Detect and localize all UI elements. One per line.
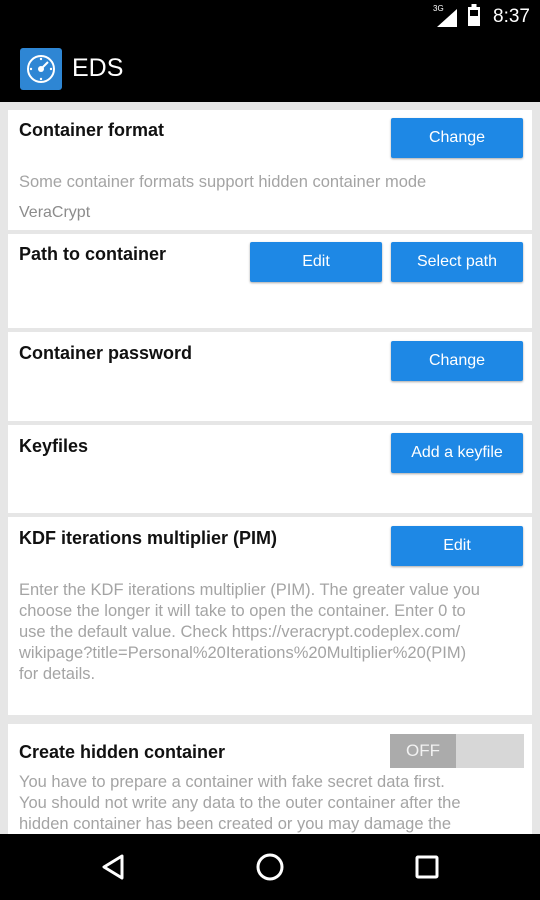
hidden-container-title: Create hidden container [19, 742, 226, 762]
toggle-knob-label: OFF [390, 734, 456, 768]
settings-content[interactable]: Container format Change Some container f… [0, 102, 540, 834]
status-time: 8:37 [493, 6, 530, 27]
eds-logo-icon [20, 48, 62, 90]
kdf-description-line: choose the longer it will take to open t… [19, 602, 466, 620]
keyfiles-section: Keyfiles Add a keyfile [8, 425, 532, 513]
navigation-bar [0, 834, 540, 900]
container-format-change-button[interactable]: Change [391, 118, 523, 158]
add-keyfile-button[interactable]: Add a keyfile [391, 433, 523, 473]
app-title: EDS [72, 54, 124, 82]
status-icons: 3G 8:37 [433, 3, 530, 31]
container-password-section: Container password Change [8, 332, 532, 421]
kdf-pim-description: Enter the KDF iterations multiplier (PIM… [19, 580, 527, 685]
select-path-button[interactable]: Select path [391, 242, 523, 282]
container-format-section: Container format Change Some container f… [8, 110, 532, 230]
container-format-title: Container format [19, 120, 165, 140]
back-triangle-icon[interactable] [93, 847, 133, 887]
kdf-pim-title: KDF iterations multiplier (PIM) [19, 528, 278, 548]
kdf-description-line: wikipage?title=Personal%20Iterations%20M… [19, 644, 467, 662]
hidden-container-toggle[interactable]: OFF [390, 734, 524, 768]
hidden-container-description: You have to prepare a container with fak… [19, 772, 527, 834]
container-format-value: VeraCrypt [19, 204, 91, 221]
network-type-label: 3G [433, 4, 444, 13]
hidden-description-line: You have to prepare a container with fak… [19, 773, 445, 791]
kdf-edit-button[interactable]: Edit [391, 526, 523, 566]
battery-icon [467, 3, 481, 31]
kdf-pim-section: KDF iterations multiplier (PIM) Edit Ent… [8, 517, 532, 715]
hidden-container-section: Create hidden container OFF You have to … [8, 724, 532, 834]
password-change-button[interactable]: Change [391, 341, 523, 381]
kdf-description-line: use the default value. Check https://ver… [19, 623, 461, 641]
signal-icon: 3G [433, 4, 459, 28]
path-to-container-section: Path to container Edit Select path [8, 234, 532, 328]
hidden-description-line: hidden container has been created or you… [19, 815, 452, 833]
kdf-description-line: for details. [19, 665, 96, 683]
app-bar: EDS [0, 34, 540, 102]
path-to-container-title: Path to container [19, 244, 167, 264]
container-password-title: Container password [19, 343, 193, 363]
keyfiles-title: Keyfiles [19, 436, 89, 456]
hidden-description-line: You should not write any data to the out… [19, 794, 461, 812]
container-format-description: Some container formats support hidden co… [19, 173, 427, 191]
status-bar: 3G 8:37 [0, 0, 540, 34]
path-edit-button[interactable]: Edit [250, 242, 382, 282]
home-circle-icon[interactable] [250, 847, 290, 887]
kdf-description-line: Enter the KDF iterations multiplier (PIM… [19, 581, 480, 599]
recents-square-icon[interactable] [407, 847, 447, 887]
